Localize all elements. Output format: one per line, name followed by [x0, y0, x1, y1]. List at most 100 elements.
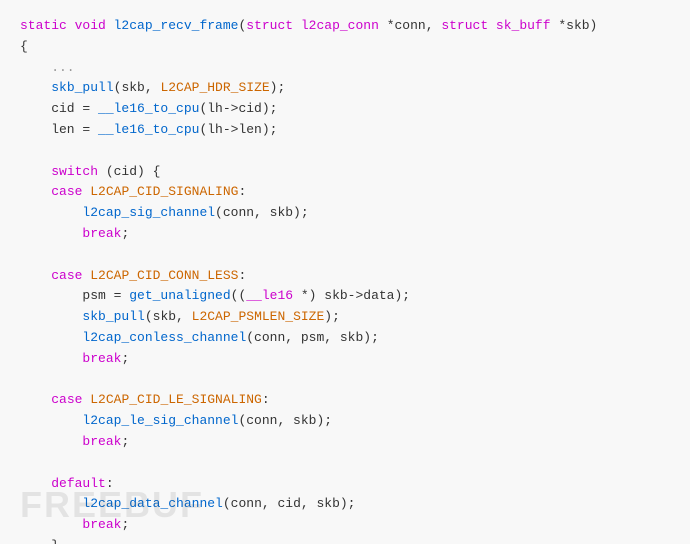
code-line: cid = __le16_to_cpu(lh->cid); — [20, 99, 670, 120]
token: (conn, cid, skb); — [223, 496, 356, 511]
token: ); — [270, 80, 286, 95]
token — [20, 496, 82, 511]
token: cid = — [20, 101, 98, 116]
token — [20, 392, 51, 407]
token: break — [82, 226, 121, 241]
code-line: case L2CAP_CID_LE_SIGNALING: — [20, 390, 670, 411]
token: (lh->len); — [199, 122, 277, 137]
code-line: l2cap_conless_channel(conn, psm, skb); — [20, 328, 670, 349]
token: struct — [441, 18, 496, 33]
token: get_unaligned — [129, 288, 230, 303]
token: (conn, skb); — [215, 205, 309, 220]
code-block: static void l2cap_recv_frame(struct l2ca… — [20, 16, 670, 544]
code-line: l2cap_sig_channel(conn, skb); — [20, 203, 670, 224]
token: L2CAP_PSMLEN_SIZE — [192, 309, 325, 324]
token: (conn, psm, skb); — [246, 330, 379, 345]
token: case — [51, 184, 90, 199]
token: void — [75, 18, 114, 33]
code-line: switch (cid) { — [20, 162, 670, 183]
token — [20, 434, 82, 449]
token: ... — [20, 60, 75, 75]
token — [20, 330, 82, 345]
token: *conn, — [387, 18, 442, 33]
code-line: default: — [20, 474, 670, 495]
token: ); — [324, 309, 340, 324]
token: ; — [121, 517, 129, 532]
token: psm = — [20, 288, 129, 303]
token: switch — [51, 164, 98, 179]
token: : — [262, 392, 270, 407]
code-line: skb_pull(skb, L2CAP_HDR_SIZE); — [20, 78, 670, 99]
token: len = — [20, 122, 98, 137]
token: : — [238, 268, 246, 283]
token: sk_buff — [496, 18, 558, 33]
token: break — [82, 434, 121, 449]
code-line — [20, 453, 670, 474]
token: l2cap_recv_frame — [114, 18, 239, 33]
token: (lh->cid); — [199, 101, 277, 116]
token — [20, 268, 51, 283]
code-line: psm = get_unaligned((__le16 *) skb->data… — [20, 286, 670, 307]
token: skb_pull — [82, 309, 144, 324]
code-line — [20, 245, 670, 266]
code-line: ... — [20, 58, 670, 79]
token: : — [238, 184, 246, 199]
token: { — [20, 39, 28, 54]
token: L2CAP_CID_SIGNALING — [90, 184, 238, 199]
code-line: break; — [20, 515, 670, 536]
token: (conn, skb); — [238, 413, 332, 428]
token: (skb, — [145, 309, 192, 324]
code-line — [20, 370, 670, 391]
token: break — [82, 351, 121, 366]
token: break — [82, 517, 121, 532]
token: } — [20, 538, 59, 544]
token — [20, 80, 51, 95]
code-line — [20, 141, 670, 162]
code-container: static void l2cap_recv_frame(struct l2ca… — [0, 0, 690, 544]
token: __le16 — [246, 288, 293, 303]
token: L2CAP_HDR_SIZE — [160, 80, 269, 95]
code-line: skb_pull(skb, L2CAP_PSMLEN_SIZE); — [20, 307, 670, 328]
code-line: static void l2cap_recv_frame(struct l2ca… — [20, 16, 670, 37]
token: l2cap_le_sig_channel — [82, 413, 238, 428]
token: ; — [121, 434, 129, 449]
token — [20, 184, 51, 199]
token: : — [106, 476, 114, 491]
code-line: { — [20, 37, 670, 58]
token — [20, 205, 82, 220]
token — [20, 351, 82, 366]
code-line: case L2CAP_CID_SIGNALING: — [20, 182, 670, 203]
token — [20, 226, 82, 241]
token: (skb, — [114, 80, 161, 95]
token: l2cap_sig_channel — [82, 205, 215, 220]
token: *) skb->data); — [293, 288, 410, 303]
token: l2cap_data_channel — [82, 496, 222, 511]
token: *skb) — [558, 18, 597, 33]
token — [20, 517, 82, 532]
token: (( — [231, 288, 247, 303]
code-line: } — [20, 536, 670, 544]
code-line: l2cap_le_sig_channel(conn, skb); — [20, 411, 670, 432]
token: struct — [246, 18, 301, 33]
code-line: break; — [20, 432, 670, 453]
code-line: break; — [20, 349, 670, 370]
code-line: len = __le16_to_cpu(lh->len); — [20, 120, 670, 141]
token: (cid) { — [98, 164, 160, 179]
token: skb_pull — [51, 80, 113, 95]
token: l2cap_conn — [301, 18, 387, 33]
token: static — [20, 18, 75, 33]
code-line: l2cap_data_channel(conn, cid, skb); — [20, 494, 670, 515]
code-line: case L2CAP_CID_CONN_LESS: — [20, 266, 670, 287]
token: __le16_to_cpu — [98, 122, 199, 137]
token: default — [51, 476, 106, 491]
code-line: break; — [20, 224, 670, 245]
token: L2CAP_CID_LE_SIGNALING — [90, 392, 262, 407]
token: l2cap_conless_channel — [82, 330, 246, 345]
token: case — [51, 268, 90, 283]
token: ; — [121, 351, 129, 366]
token: L2CAP_CID_CONN_LESS — [90, 268, 238, 283]
token: __le16_to_cpu — [98, 101, 199, 116]
token — [20, 476, 51, 491]
token: case — [51, 392, 90, 407]
token — [20, 164, 51, 179]
